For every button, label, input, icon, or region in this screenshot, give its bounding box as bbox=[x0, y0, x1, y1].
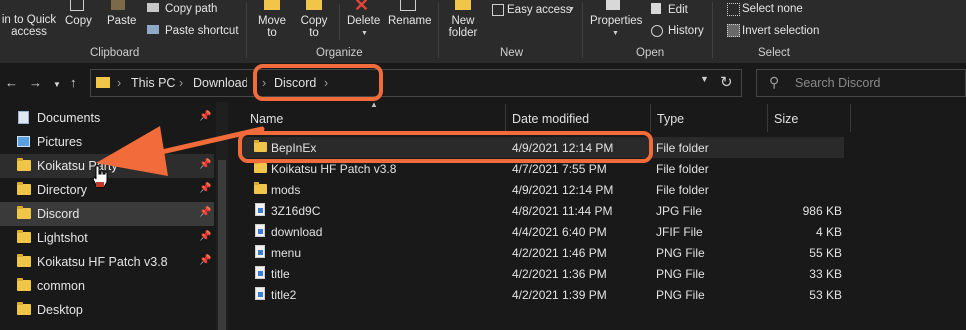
annotation-arrow bbox=[96, 126, 265, 176]
hand-cursor-icon bbox=[92, 165, 108, 188]
